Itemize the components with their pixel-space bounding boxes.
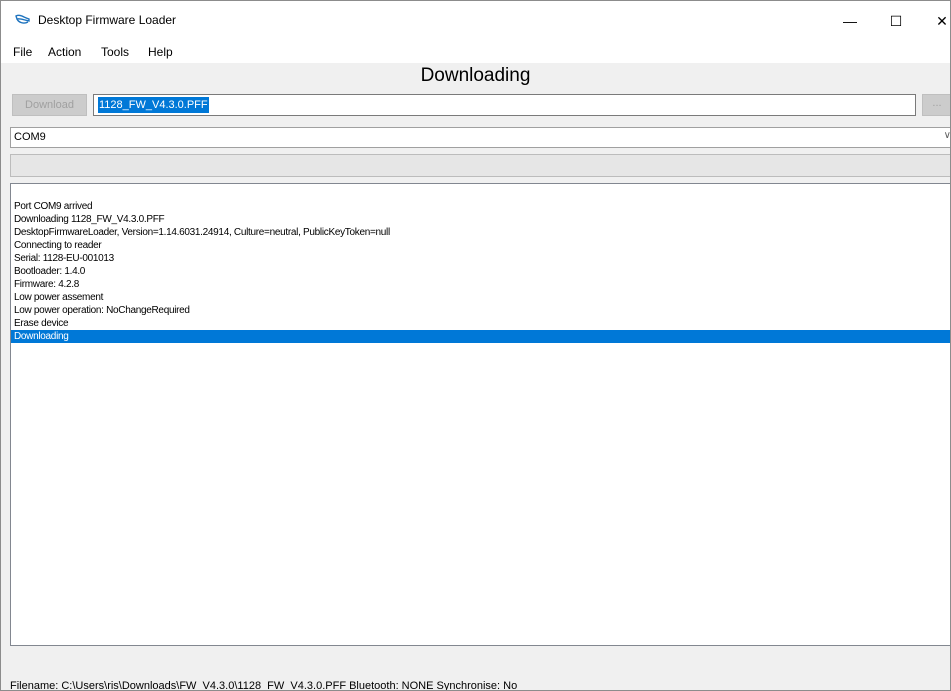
- log-line[interactable]: Bootloader: 1.4.0: [11, 265, 950, 278]
- menu-tools[interactable]: Tools: [101, 45, 129, 59]
- firmware-file-field[interactable]: 1128_FW_V4.3.0.PFF: [93, 94, 916, 116]
- log-line[interactable]: Connecting to reader: [11, 239, 950, 252]
- firmware-file-value: 1128_FW_V4.3.0.PFF: [98, 97, 209, 113]
- title-bar[interactable]: Desktop Firmware Loader — ☐ ✕: [1, 1, 950, 41]
- app-logo-icon: [15, 13, 31, 27]
- window-title: Desktop Firmware Loader: [38, 13, 177, 27]
- log-line[interactable]: Low power operation: NoChangeRequired: [11, 304, 950, 317]
- download-progress-bar: [10, 154, 950, 177]
- log-line[interactable]: Port COM9 arrived: [11, 200, 950, 213]
- download-button[interactable]: Download: [12, 94, 87, 116]
- menu-file[interactable]: File: [13, 45, 32, 59]
- browse-button[interactable]: ...: [922, 94, 950, 116]
- log-line[interactable]: Low power assement: [11, 291, 950, 304]
- com-port-value: COM9: [14, 131, 46, 143]
- log-line[interactable]: Downloading 1128_FW_V4.3.0.PFF: [11, 213, 950, 226]
- menu-action[interactable]: Action: [48, 45, 81, 59]
- maximize-icon: ☐: [889, 12, 903, 29]
- maximize-button[interactable]: ☐: [873, 1, 919, 41]
- menu-bar: File Action Tools Help: [1, 41, 950, 63]
- log-line[interactable]: Serial: 1128-EU-001013: [11, 252, 950, 265]
- log-line[interactable]: Erase device: [11, 317, 950, 330]
- log-list: Port COM9 arrived Downloading 1128_FW_V4.…: [11, 200, 950, 343]
- minimize-icon: —: [843, 13, 857, 29]
- menu-help[interactable]: Help: [148, 45, 173, 59]
- log-line[interactable]: Downloading: [11, 330, 950, 343]
- log-list-box[interactable]: Port COM9 arrived Downloading 1128_FW_V4.…: [10, 183, 950, 646]
- status-heading: Downloading: [420, 65, 531, 86]
- com-port-select[interactable]: COM9 ∨: [10, 127, 950, 148]
- app-window: Desktop Firmware Loader — ☐ ✕ File Actio…: [0, 0, 951, 691]
- close-button[interactable]: ✕: [919, 1, 950, 41]
- log-line[interactable]: DesktopFirmwareLoader, Version=1.14.6031…: [11, 226, 950, 239]
- close-icon: ✕: [936, 12, 948, 29]
- log-line[interactable]: Firmware: 4.2.8: [11, 278, 950, 291]
- minimize-button[interactable]: —: [827, 1, 873, 41]
- status-bar-text: Filename: C:\Users\ris\Downloads\FW_V4.3…: [10, 680, 518, 691]
- chevron-down-icon[interactable]: ∨: [944, 130, 950, 141]
